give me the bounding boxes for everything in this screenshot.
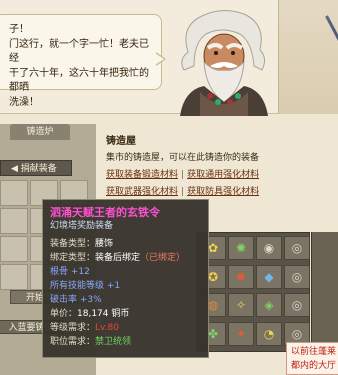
price-label: 单价： <box>50 309 78 319</box>
npc-speech-bubble: 子！ 门这行，就一个字一忙！老夫已经 干了六十年，这六十年把我忙的都晒 洗澡！ <box>0 14 162 108</box>
inventory-item[interactable]: ◉ <box>256 236 282 260</box>
old-blacksmith-portrait-icon <box>180 10 268 116</box>
forge-links-row-2: 获取武器强化材料 | 获取防具强化材料 <box>106 184 259 197</box>
price-value: 18,174 铜币 <box>77 309 130 319</box>
staff-icon <box>325 15 338 88</box>
forge-slot[interactable] <box>0 208 28 234</box>
tooltip-equip-type: 装备类型：腰饰 <box>50 237 201 251</box>
tooltip-item-name: 泗涌天赋王者的玄铁令 <box>50 206 160 219</box>
equip-type-value: 腰饰 <box>95 239 114 249</box>
bind-status: （已绑定） <box>140 253 186 263</box>
speech-bubble-tail <box>155 52 166 66</box>
forge-links-row-1: 获取装备锻造材料 | 获取通用强化材料 <box>106 167 259 180</box>
inventory-item[interactable]: ✸ <box>228 264 254 289</box>
link-separator: | <box>181 170 185 180</box>
notice-line-1: 以前往蓬莱 <box>291 347 337 357</box>
decorative-frame <box>278 0 338 114</box>
link-weapon-enhance-material[interactable]: 获取武器强化材料 <box>106 187 178 197</box>
tooltip-stat-constitution: 根骨 +12 <box>50 267 90 277</box>
level-value: Lv.80 <box>95 323 119 333</box>
speech-line-1: 子！ <box>9 24 29 35</box>
inventory-scroll-area[interactable] <box>311 232 338 352</box>
speech-line-3: 干了六十年，这六十年把我忙的都晒 <box>9 67 149 94</box>
bind-type-label: 绑定类型： <box>50 253 96 263</box>
notice-line-2: 都内的大厅 <box>291 361 337 371</box>
inventory-item[interactable]: ◎ <box>284 293 310 317</box>
item-tooltip: 泗涌天赋王者的玄铁令 幻境塔奖励装备 装备类型：腰饰 绑定类型：装备后绑定（已绑… <box>42 199 209 358</box>
forge-slot[interactable] <box>0 264 28 290</box>
equip-type-label: 装备类型： <box>50 239 96 249</box>
inventory-item[interactable]: ✧ <box>228 293 254 317</box>
tooltip-job-requirement: 职位需求：禁卫统领 <box>50 335 201 349</box>
tooltip-price: 单价：18,174 铜币 <box>50 307 201 321</box>
speech-line-4: 洗澡！ <box>9 96 39 108</box>
inventory-grid: ✿ ✺ ◉ ◎ ✪ ✸ ◆ ◎ ◍ ✧ ◈ ◎ ✤ ✦ ◔ ◎ <box>196 232 310 352</box>
forge-house-title: 铸造屋 <box>106 136 136 147</box>
inventory-item[interactable]: ◈ <box>256 293 282 317</box>
inventory-item[interactable]: ✦ <box>228 321 254 346</box>
speech-line-2: 门这行，就一个字一忙！老夫已经 <box>9 38 149 65</box>
tab-forge-furnace[interactable]: 铸造炉 <box>10 124 70 140</box>
tooltip-stat-crit-rate: 破击率 +3% <box>50 295 102 305</box>
inventory-item[interactable]: ◎ <box>284 264 310 289</box>
job-value: 禁卫统领 <box>95 337 132 347</box>
forge-slot[interactable] <box>0 180 28 206</box>
tooltip-item-source: 幻境塔奖励装备 <box>50 221 114 231</box>
link-armor-enhance-material[interactable]: 获取防具强化材料 <box>187 187 259 197</box>
level-label: 等级需求： <box>50 323 96 333</box>
link-equip-forge-material[interactable]: 获取装备锻造材料 <box>106 170 178 180</box>
link-general-enhance-material[interactable]: 获取通用强化材料 <box>187 170 259 180</box>
job-label: 职位需求： <box>50 337 96 347</box>
tooltip-level-requirement: 等级需求：Lv.80 <box>50 321 201 335</box>
tooltip-stat-skill-level: 所有技能等级 +1 <box>50 281 121 291</box>
inventory-item[interactable]: ◎ <box>284 236 310 260</box>
inventory-item[interactable]: ◆ <box>256 264 282 289</box>
bind-type-value: 装备后绑定 <box>95 253 141 263</box>
inventory-item[interactable]: ◔ <box>256 321 282 346</box>
forge-house-description: 集市的铸造屋，可以在此铸造你的装备 <box>106 153 260 163</box>
travel-notice: 以前往蓬莱 都内的大厅 <box>286 342 338 375</box>
tooltip-bind-type: 绑定类型：装备后绑定（已绑定） <box>50 251 201 265</box>
forge-slot[interactable] <box>0 236 28 262</box>
donate-equipment-button[interactable]: ◀ 捐献装备 <box>0 160 72 176</box>
link-separator: | <box>181 187 185 197</box>
inventory-item[interactable]: ✺ <box>228 236 254 260</box>
